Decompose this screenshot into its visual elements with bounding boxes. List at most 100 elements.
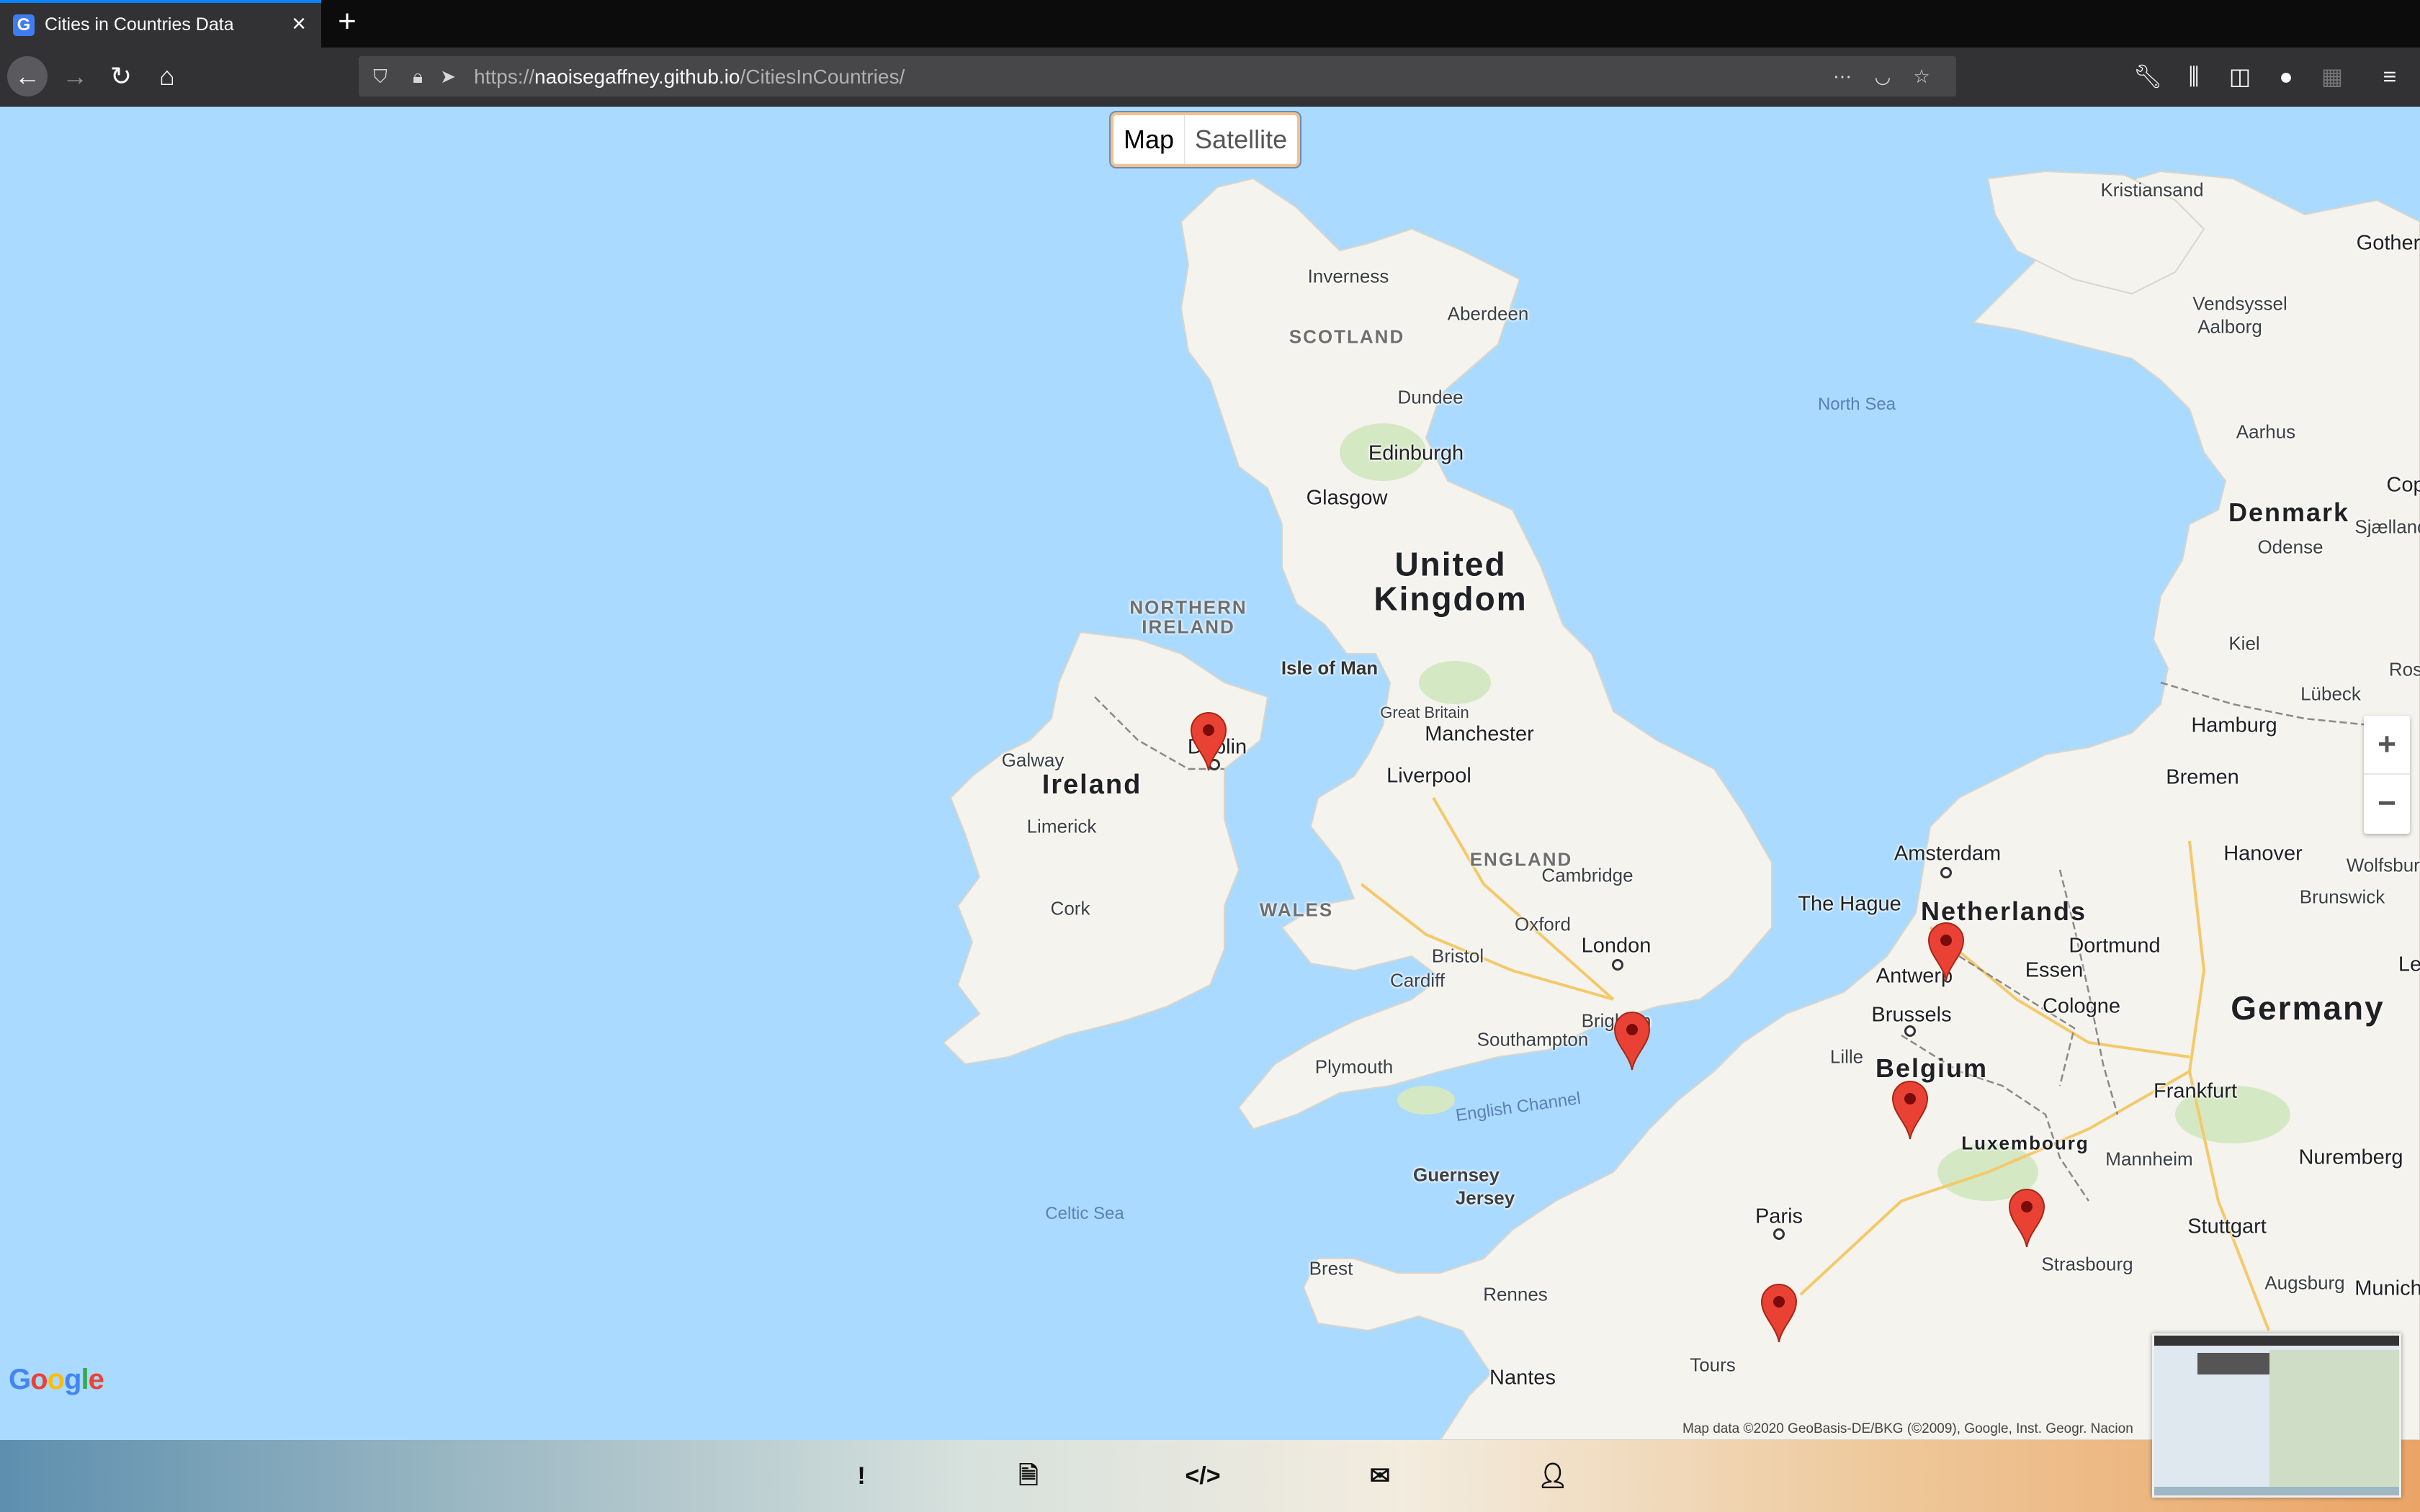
code-file-icon[interactable]: 🗎	[1010, 1457, 1047, 1495]
envelope-icon[interactable]: ✉	[1361, 1457, 1399, 1495]
city-label-nuremberg: Nuremberg	[2298, 1146, 2403, 1169]
city-label-edinburgh: Edinburgh	[1368, 441, 1464, 465]
city-label-bristol: Bristol	[1431, 945, 1484, 967]
ireland-landmass	[942, 631, 1269, 1066]
google-logo[interactable]: Google	[9, 1364, 104, 1396]
url-text[interactable]: https://naoisegaffney.github.io/CitiesIn…	[474, 66, 905, 89]
wrench-icon[interactable]: 🔧︎	[2128, 56, 2168, 96]
marker-pin-brussels[interactable]	[1890, 1080, 1930, 1140]
city-label-aalborg: Aalborg	[2197, 315, 2262, 338]
marker-pin-luxembourg[interactable]	[2007, 1188, 2047, 1248]
new-tab-button[interactable]: +	[333, 6, 362, 37]
country-label-belgium: Belgium	[1875, 1053, 1989, 1084]
exclamation-icon[interactable]: !	[843, 1457, 880, 1495]
city-label-brest: Brest	[1309, 1257, 1353, 1279]
marker-pin-paris[interactable]	[1759, 1283, 1799, 1344]
code-icon[interactable]: </>	[1184, 1457, 1222, 1495]
city-label-vendsyssel: Vendsyssel	[2192, 292, 2287, 315]
thumbnail-map	[2269, 1350, 2399, 1495]
city-label-stuttgart: Stuttgart	[2187, 1215, 2267, 1238]
reload-button[interactable]: ↻	[101, 56, 141, 96]
label-isle-of-man: Isle of Man	[1281, 657, 1379, 679]
country-label-denmark: Denmark	[2228, 498, 2350, 528]
city-label-oxford: Oxford	[1514, 913, 1572, 935]
more-actions-icon[interactable]: ⋯	[1831, 65, 1854, 88]
menu-icon[interactable]: ≡	[2370, 56, 2410, 96]
country-label-uk-line2: Kingdom	[1373, 580, 1528, 618]
extension-icon[interactable]: ▦	[2312, 56, 2352, 96]
city-label-kiel: Kiel	[2228, 632, 2260, 654]
dartmoor-park	[1397, 1086, 1455, 1115]
city-label-le: Le	[2398, 953, 2420, 976]
sidebar-icon[interactable]: ◫	[2220, 56, 2260, 96]
city-label-odense: Odense	[2257, 536, 2323, 558]
city-label-hanover: Hanover	[2223, 842, 2303, 865]
screenshot-preview-thumbnail[interactable]	[2152, 1333, 2401, 1498]
city-label-tours: Tours	[1690, 1354, 1736, 1376]
zoom-in-button[interactable]: +	[2364, 716, 2410, 775]
marker-pin-dublin[interactable]	[1188, 711, 1229, 772]
lock-icon[interactable]: 🔒︎	[406, 65, 429, 88]
city-label-nantes: Nantes	[1489, 1366, 1556, 1390]
region-label-northern-ireland: NORTHERN IRELAND	[1129, 598, 1247, 638]
favicon-icon: G	[13, 14, 35, 36]
country-label-uk-line1: United	[1394, 545, 1507, 583]
city-label-lille: Lille	[1829, 1045, 1864, 1068]
bookmark-star-icon[interactable]: ☆	[1910, 65, 1933, 88]
zoom-out-button[interactable]: −	[2364, 775, 2410, 832]
map-type-map-button[interactable]: Map	[1113, 115, 1186, 164]
marker-pin-london[interactable]	[1612, 1011, 1652, 1071]
thumbnail-header	[2154, 1336, 2399, 1346]
yorkshire-park	[1419, 661, 1491, 704]
location-arrow-icon[interactable]: ➤	[436, 65, 460, 88]
country-label-luxembourg: Luxembourg	[1961, 1132, 2089, 1154]
city-label-rennes: Rennes	[1483, 1283, 1548, 1305]
tab-close-icon[interactable]: ×	[287, 12, 311, 36]
city-dot-london	[1612, 959, 1623, 971]
city-label-frankfurt: Frankfurt	[2153, 1079, 2238, 1103]
sea-label-celtic-sea: Celtic Sea	[1045, 1204, 1124, 1223]
library-icon[interactable]: ⫼	[2174, 56, 2214, 96]
city-label-amsterdam: Amsterdam	[1894, 842, 2002, 865]
city-label-bremen: Bremen	[2166, 765, 2239, 789]
city-dot-amsterdam	[1940, 867, 1952, 878]
city-label-wolfsburg: Wolfsburg	[2346, 854, 2420, 876]
city-label-munich: Munich	[2354, 1277, 2420, 1300]
navigation-bar: ← → ↻ ⌂ ⛉ 🔒︎ ➤ https://naoisegaffney.git…	[0, 48, 2420, 107]
url-bar[interactable]: ⛉ 🔒︎ ➤ https://naoisegaffney.github.io/C…	[359, 56, 1956, 96]
back-button[interactable]: ←	[7, 56, 48, 96]
city-label-dortmund: Dortmund	[2069, 934, 2161, 958]
map-type-satellite-button[interactable]: Satellite	[1185, 115, 1297, 164]
city-label-manchester: Manchester	[1425, 722, 1534, 746]
country-label-uk: United Kingdom	[1373, 547, 1527, 617]
tab-title: Cities in Countries Data	[45, 14, 234, 35]
account-icon[interactable]: ●	[2266, 56, 2306, 96]
city-label-cop: Cop	[2386, 473, 2420, 497]
pocket-icon[interactable]: ◡	[1871, 65, 1894, 88]
tab-bar: G Cities in Countries Data × +	[0, 0, 2420, 48]
map-type-control: Map Satellite	[1113, 115, 1298, 164]
city-label-galway: Galway	[1001, 749, 1065, 771]
region-label-ni-line1: NORTHERN	[1129, 596, 1247, 618]
city-label-limerick: Limerick	[1026, 815, 1097, 837]
shield-icon[interactable]: ⛉	[369, 65, 392, 88]
city-label-inverness: Inverness	[1307, 265, 1389, 287]
zoom-control: + −	[2364, 716, 2410, 834]
city-label-dundee: Dundee	[1397, 386, 1464, 408]
home-button[interactable]: ⌂	[147, 56, 187, 96]
forward-button[interactable]: →	[55, 56, 95, 96]
city-label-aarhus: Aarhus	[2236, 420, 2296, 443]
region-label-scotland: SCOTLAND	[1289, 325, 1405, 348]
city-label-ros: Ros	[2388, 658, 2420, 680]
city-dot-brussels	[1904, 1025, 1916, 1037]
country-label-germany: Germany	[2231, 989, 2385, 1027]
city-label-sjaelland: Sjælland	[2354, 516, 2420, 538]
marker-pin-amsterdam[interactable]	[1926, 922, 1966, 982]
user-icon[interactable]: 👤︎	[1534, 1457, 1572, 1495]
city-label-paris: Paris	[1754, 1205, 1803, 1228]
page-footer: ! 🗎 </> ✉ 👤︎	[0, 1440, 2420, 1512]
city-label-aberdeen: Aberdeen	[1447, 302, 1529, 325]
map-canvas[interactable]: United Kingdom Ireland Netherlands Belgiu…	[0, 107, 2420, 1440]
browser-tab[interactable]: G Cities in Countries Data ×	[0, 0, 321, 48]
city-label-lubeck: Lübeck	[2300, 683, 2361, 705]
